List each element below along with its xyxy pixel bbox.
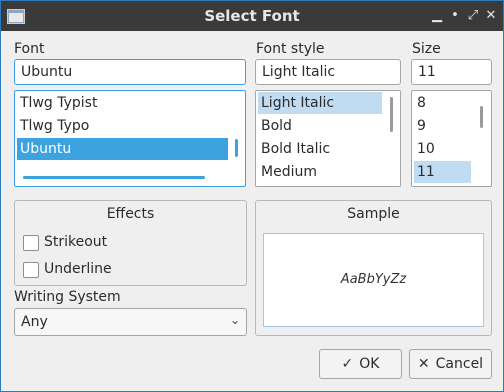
effects-group: Effects Strikeout Underline	[14, 200, 247, 286]
chevron-down-icon: ⌄	[229, 313, 240, 327]
font-list-vscrollbar[interactable]	[235, 139, 238, 157]
style-label: Font style	[256, 41, 325, 57]
strikeout-label: Strikeout	[44, 234, 108, 250]
style-list-vscrollbar[interactable]	[390, 97, 393, 132]
effects-title: Effects	[106, 206, 155, 222]
style-list-item-selected[interactable]: Light Italic	[258, 92, 382, 114]
size-input[interactable]: 11	[411, 59, 492, 85]
underline-checkbox[interactable]	[23, 262, 39, 278]
title-bar[interactable]: Select Font ▁ • ⤢ ✕	[1, 1, 503, 31]
font-list-item[interactable]: Tlwg Typo	[17, 115, 228, 137]
writing-system-value: Any	[21, 314, 48, 330]
size-list-item[interactable]: 10	[414, 138, 471, 160]
sample-text: AaBbYyZz	[340, 272, 407, 287]
font-label: Font	[14, 41, 45, 57]
sample-group: Sample AaBbYyZz	[255, 200, 492, 336]
size-label: Size	[412, 41, 441, 57]
ok-label: OK	[359, 356, 380, 372]
select-font-dialog: Select Font ▁ • ⤢ ✕ Font Ubuntu Tlwg Typ…	[0, 0, 504, 392]
ok-button[interactable]: ✓ OK	[319, 349, 402, 379]
style-list-item[interactable]: Bold	[258, 115, 382, 137]
writing-system-label: Writing System	[14, 289, 121, 305]
maximize-icon[interactable]: ⤢	[465, 7, 481, 25]
strikeout-checkbox[interactable]	[23, 235, 39, 251]
font-list-hscrollbar[interactable]	[23, 176, 205, 179]
font-input[interactable]: Ubuntu	[14, 59, 246, 85]
cancel-button[interactable]: ✕ Cancel	[409, 349, 492, 379]
size-list[interactable]: 8 9 10 11	[411, 90, 492, 187]
size-list-item-selected[interactable]: 11	[414, 161, 471, 183]
font-list-item[interactable]: Tlwg Typist	[17, 92, 228, 114]
restore-icon[interactable]: •	[447, 7, 463, 25]
close-icon[interactable]: ✕	[483, 7, 499, 25]
sample-preview: AaBbYyZz	[263, 233, 484, 327]
style-input[interactable]: Light Italic	[255, 59, 401, 85]
font-list-item-selected[interactable]: Ubuntu	[17, 138, 228, 160]
underline-option[interactable]: Underline	[23, 261, 173, 279]
cancel-label: Cancel	[435, 356, 484, 372]
window-title: Select Font	[204, 7, 300, 25]
underline-label: Underline	[44, 261, 112, 277]
strikeout-option[interactable]: Strikeout	[23, 234, 173, 252]
close-icon: ✕	[417, 356, 430, 372]
font-list[interactable]: Tlwg Typist Tlwg Typo Ubuntu	[14, 90, 246, 187]
style-list-item[interactable]: Bold Italic	[258, 138, 382, 160]
size-list-vscrollbar[interactable]	[480, 106, 483, 128]
sample-title: Sample	[347, 206, 400, 222]
style-list-item[interactable]: Medium	[258, 161, 382, 183]
size-list-item[interactable]: 9	[414, 115, 471, 137]
size-list-item[interactable]: 8	[414, 92, 471, 114]
minimize-icon[interactable]: ▁	[429, 7, 445, 25]
checkmark-icon: ✓	[341, 356, 354, 372]
style-list[interactable]: Light Italic Bold Bold Italic Medium	[255, 90, 401, 187]
writing-system-select[interactable]: Any ⌄	[14, 308, 247, 336]
